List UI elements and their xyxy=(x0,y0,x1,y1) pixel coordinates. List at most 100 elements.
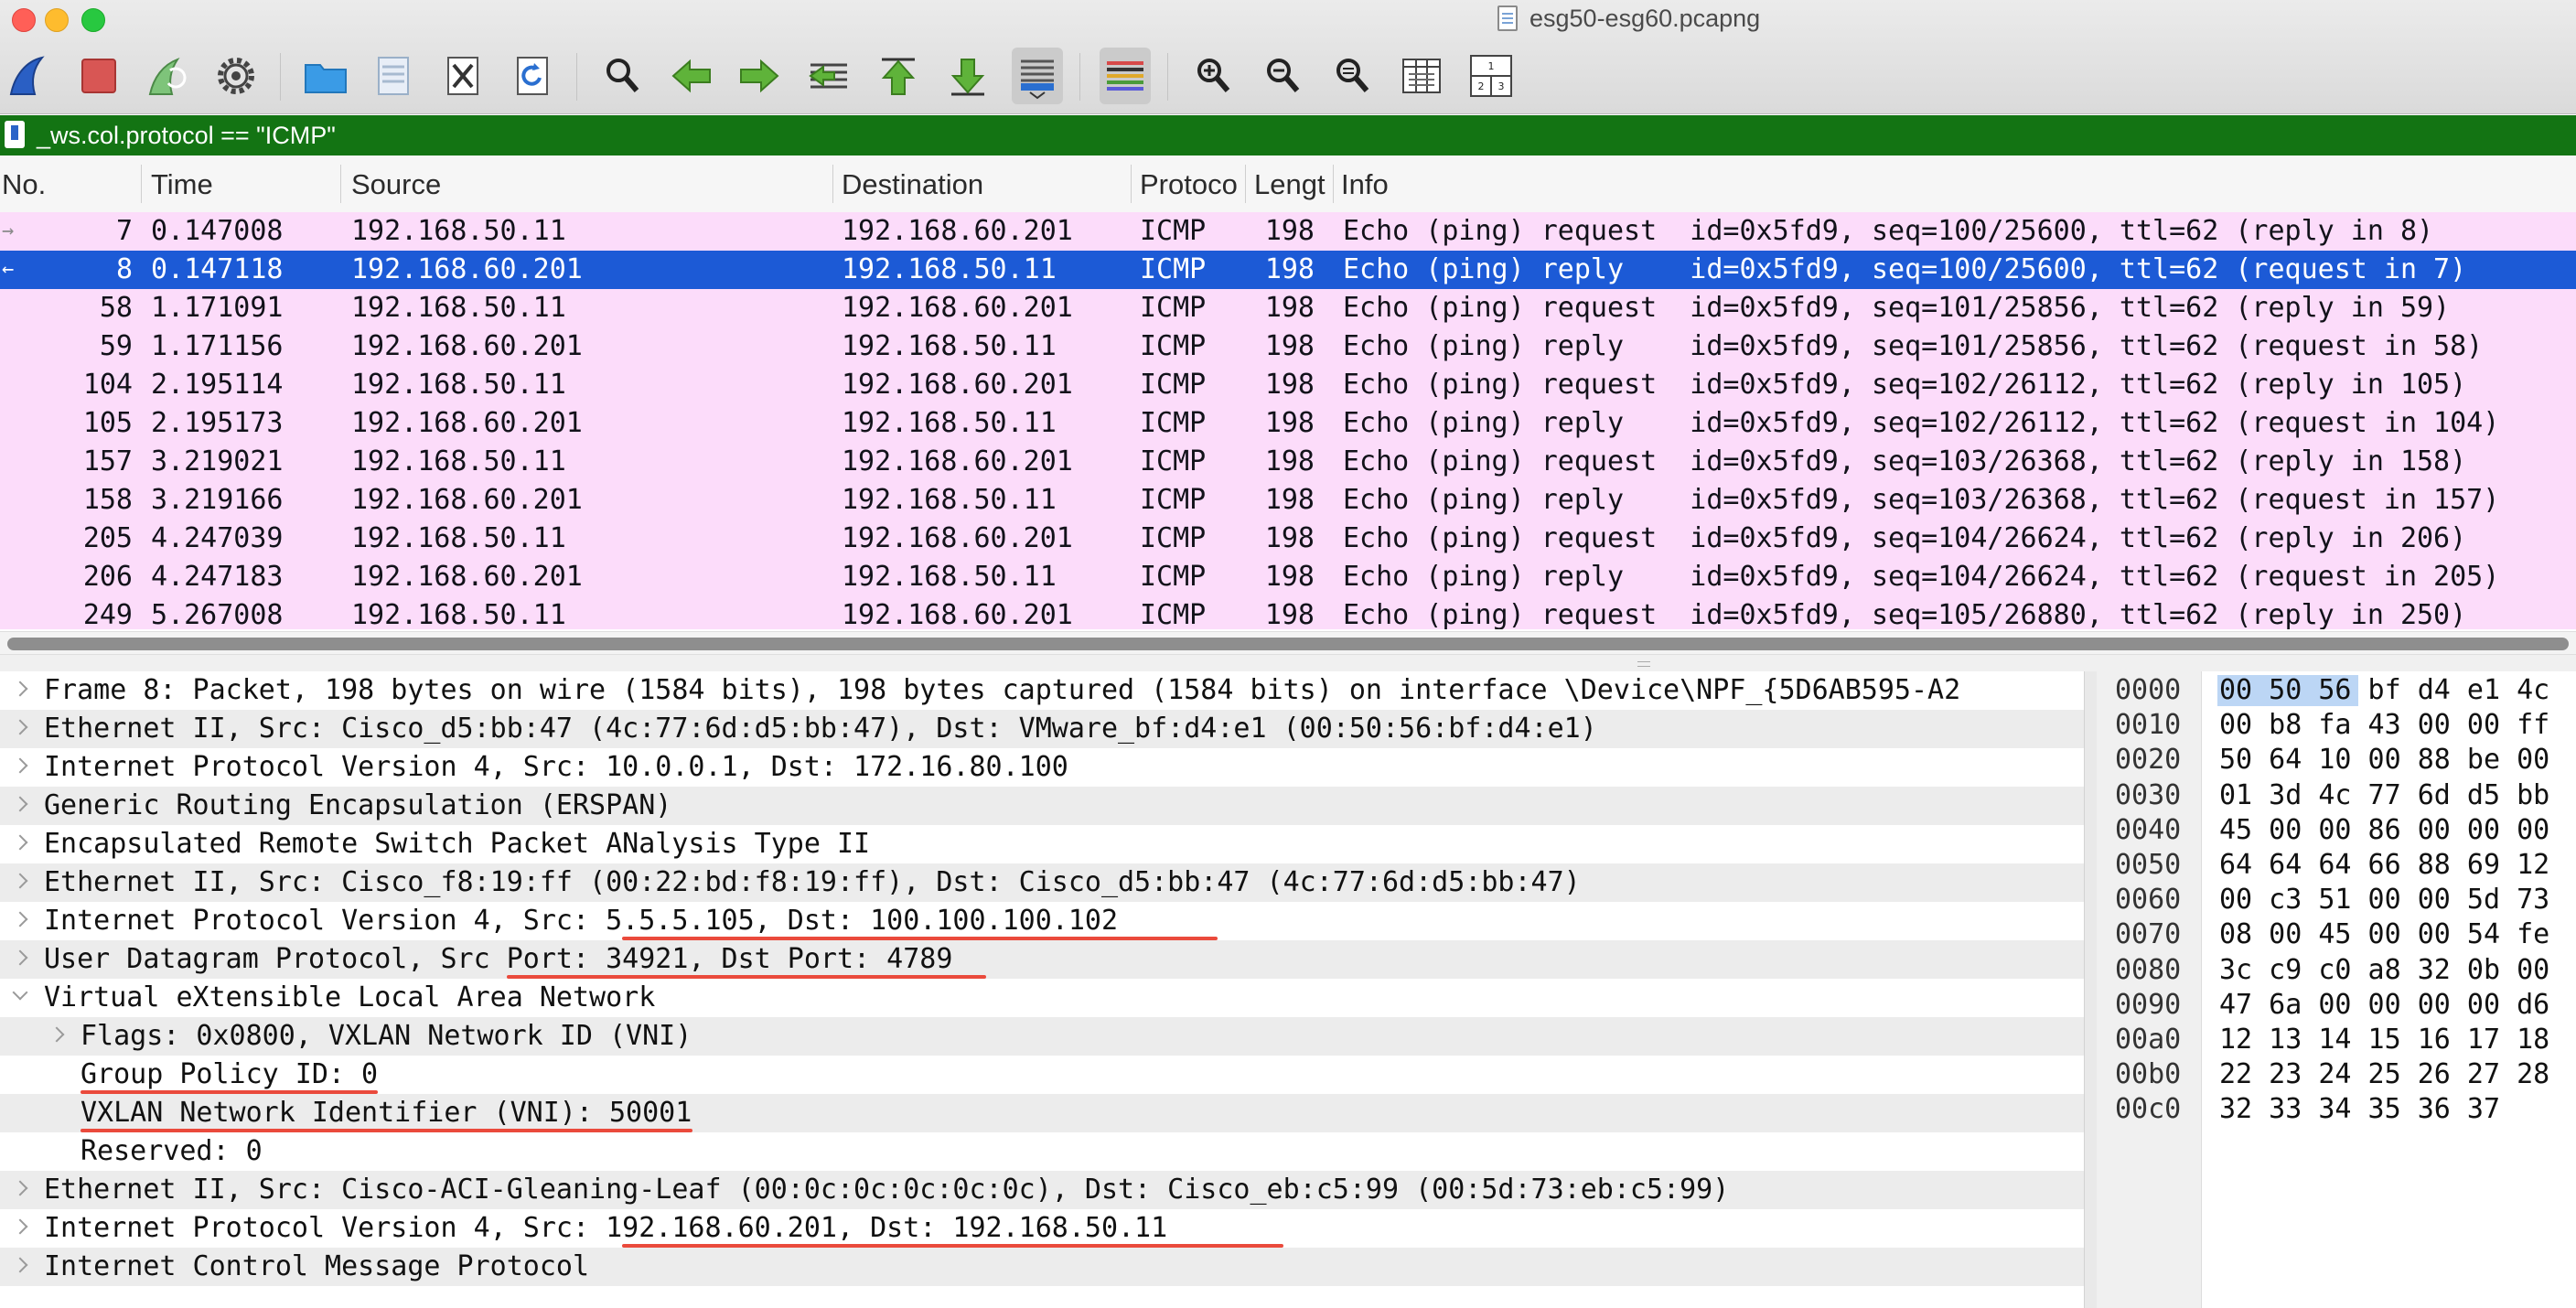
chevron-right-icon[interactable] xyxy=(12,1218,28,1235)
packet-row[interactable]: 157 3.219021 192.168.50.11 192.168.60.201 IC… xyxy=(0,443,2576,481)
packet-protocol: ICMP xyxy=(1140,484,1207,516)
open-file-button[interactable] xyxy=(300,48,351,104)
stop-capture-button[interactable] xyxy=(73,48,124,104)
zoom-out-button[interactable] xyxy=(1257,48,1308,104)
detail-tree-row[interactable]: VXLAN Network Identifier (VNI): 50001 xyxy=(0,1094,2084,1132)
column-header-no[interactable]: No. xyxy=(2,155,46,212)
go-to-first-packet-button[interactable] xyxy=(873,48,924,104)
colorize-list-button[interactable] xyxy=(1100,48,1151,104)
packet-row-selected[interactable]: ← 8 0.147118 192.168.60.201 192.168.50.11 ICM… xyxy=(0,251,2576,289)
chevron-right-icon[interactable] xyxy=(12,949,28,966)
auto-scroll-button[interactable] xyxy=(1012,48,1063,104)
display-filter-input[interactable]: _ws.col.protocol == "ICMP" xyxy=(37,115,336,155)
packet-row[interactable]: 59 1.171156 192.168.60.201 192.168.50.11 ICM… xyxy=(0,327,2576,366)
detail-tree-row[interactable]: Ethernet II, Src: Cisco_d5:bb:47 (4c:77:… xyxy=(0,710,2084,748)
packet-row[interactable]: 158 3.219166 192.168.60.201 192.168.50.11 IC… xyxy=(0,481,2576,520)
detail-tree-label: Flags: 0x0800, VXLAN Network ID (VNI) xyxy=(80,1020,692,1052)
packet-source: 192.168.60.201 xyxy=(351,407,583,439)
detail-tree-row[interactable]: Internet Control Message Protocol xyxy=(0,1248,2084,1286)
chevron-right-icon[interactable] xyxy=(12,757,28,774)
window-minimize-button[interactable] xyxy=(45,8,69,32)
reload-file-button[interactable] xyxy=(507,48,558,104)
packet-row[interactable]: 249 5.267008 192.168.50.11 192.168.60.201 IC… xyxy=(0,596,2576,629)
save-file-button[interactable] xyxy=(368,48,419,104)
display-filter-bar[interactable]: _ws.col.protocol == "ICMP" xyxy=(0,115,2576,155)
restart-capture-button[interactable] xyxy=(141,48,192,104)
byte-hex-row[interactable]: 12 13 14 15 16 17 18 xyxy=(2219,1023,2549,1057)
byte-hex-row[interactable]: 22 23 24 25 26 27 28 xyxy=(2219,1057,2549,1092)
byte-hex-row[interactable]: 32 33 34 35 36 37 xyxy=(2219,1092,2500,1127)
chevron-right-icon[interactable] xyxy=(12,796,28,812)
first-packet-icon xyxy=(881,58,916,95)
chevron-right-icon[interactable] xyxy=(12,1180,28,1196)
detail-tree-row[interactable]: Virtual eXtensible Local Area Network xyxy=(0,979,2084,1017)
chevron-right-icon[interactable] xyxy=(12,719,28,735)
detail-tree-row[interactable]: Internet Protocol Version 4, Src: 192.16… xyxy=(0,1209,2084,1248)
go-to-packet-button[interactable] xyxy=(803,48,854,104)
window-close-button[interactable] xyxy=(12,8,36,32)
packet-row[interactable]: → 7 0.147008 192.168.50.11 192.168.60.201 ICM… xyxy=(0,212,2576,251)
column-header-time[interactable]: Time xyxy=(151,155,213,212)
normal-size-button[interactable] xyxy=(1326,48,1378,104)
chevron-right-icon[interactable] xyxy=(48,1026,65,1043)
detail-tree-row[interactable]: Internet Protocol Version 4, Src: 5.5.5.… xyxy=(0,902,2084,940)
chevron-down-icon[interactable] xyxy=(12,984,28,1001)
column-header-destination[interactable]: Destination xyxy=(842,155,983,212)
byte-hex-row[interactable]: 00 b8 fa 43 00 00 ff xyxy=(2219,708,2549,743)
packet-row[interactable]: 104 2.195114 192.168.50.11 192.168.60.201 IC… xyxy=(0,366,2576,404)
byte-hex-row[interactable]: 47 6a 00 00 00 00 d6 xyxy=(2219,988,2549,1023)
byte-hex-row[interactable]: 00 c3 51 00 00 5d 73 xyxy=(2219,883,2549,917)
go-to-last-packet-button[interactable] xyxy=(942,48,993,104)
layout-panes-icon: 1 2 3 xyxy=(1470,55,1512,97)
packet-destination: 192.168.50.11 xyxy=(842,561,1057,593)
packet-list-horizontal-scrollbar[interactable] xyxy=(0,631,2576,655)
packet-row[interactable]: 58 1.171091 192.168.50.11 192.168.60.201 ICM… xyxy=(0,289,2576,327)
pane-splitter-handle[interactable] xyxy=(0,655,2576,672)
byte-hex-row[interactable]: 3c c9 c0 a8 32 0b 00 xyxy=(2219,953,2549,988)
detail-tree-row[interactable]: Ethernet II, Src: Cisco_f8:19:ff (00:22:… xyxy=(0,863,2084,902)
byte-hex-row[interactable]: 64 64 64 66 88 69 12 xyxy=(2219,848,2549,883)
column-header-source[interactable]: Source xyxy=(351,155,441,212)
packet-number: 249 xyxy=(82,599,133,629)
byte-hex-row[interactable]: 50 64 10 00 88 be 00 xyxy=(2219,743,2549,777)
byte-hex-row[interactable]: 45 00 00 86 00 00 00 xyxy=(2219,813,2549,848)
byte-hex-row[interactable]: 08 00 45 00 00 54 fe xyxy=(2219,917,2549,952)
detail-tree-row[interactable]: Group Policy ID: 0 xyxy=(0,1056,2084,1094)
column-header-protocol[interactable]: Protoco xyxy=(1140,155,1239,212)
chevron-right-icon[interactable] xyxy=(12,873,28,889)
detail-tree-row[interactable]: Frame 8: Packet, 198 bytes on wire (1584… xyxy=(0,671,2084,710)
column-header-length[interactable]: Lengt xyxy=(1254,155,1331,212)
chevron-right-icon[interactable] xyxy=(12,681,28,697)
byte-hex-row[interactable]: 00 50 56 bf d4 e1 4c xyxy=(2219,673,2549,708)
close-file-button[interactable] xyxy=(437,48,488,104)
detail-tree-row[interactable]: Encapsulated Remote Switch Packet ANalys… xyxy=(0,825,2084,863)
go-back-button[interactable] xyxy=(666,48,717,104)
resize-columns-button[interactable] xyxy=(1396,48,1447,104)
scrollbar-thumb[interactable] xyxy=(7,638,2569,650)
detail-tree-row[interactable]: Reserved: 0 xyxy=(0,1132,2084,1171)
capture-options-button[interactable] xyxy=(210,48,262,104)
column-header-info[interactable]: Info xyxy=(1341,155,1389,212)
chevron-right-icon[interactable] xyxy=(12,911,28,927)
start-capture-button[interactable] xyxy=(4,48,55,104)
zoom-in-button[interactable] xyxy=(1187,48,1239,104)
packet-row[interactable]: 206 4.247183 192.168.60.201 192.168.50.11 IC… xyxy=(0,558,2576,596)
detail-tree-row[interactable]: Ethernet II, Src: Cisco-ACI-Gleaning-Lea… xyxy=(0,1171,2084,1209)
chevron-right-icon[interactable] xyxy=(12,1257,28,1273)
byte-offset: 0010 xyxy=(2115,709,2182,742)
go-forward-button[interactable] xyxy=(734,48,785,104)
chevron-right-icon[interactable] xyxy=(12,834,28,851)
detail-tree-row[interactable]: Flags: 0x0800, VXLAN Network ID (VNI) xyxy=(0,1017,2084,1056)
packet-source: 192.168.60.201 xyxy=(351,484,583,516)
detail-tree-label: Internet Control Message Protocol xyxy=(44,1250,590,1282)
find-packet-button[interactable] xyxy=(596,48,648,104)
packet-row[interactable]: 205 4.247039 192.168.50.11 192.168.60.201 IC… xyxy=(0,520,2576,558)
layout-panes-button[interactable]: 1 2 3 xyxy=(1465,48,1517,104)
detail-tree-row[interactable]: Generic Routing Encapsulation (ERSPAN) xyxy=(0,787,2084,825)
byte-hex-row[interactable]: 01 3d 4c 77 6d d5 bb xyxy=(2219,778,2549,813)
window-zoom-button[interactable] xyxy=(81,8,105,32)
filter-bookmark-icon[interactable] xyxy=(5,121,25,148)
detail-tree-row[interactable]: Internet Protocol Version 4, Src: 10.0.0… xyxy=(0,748,2084,787)
packet-row[interactable]: 105 2.195173 192.168.60.201 192.168.50.11 IC… xyxy=(0,404,2576,443)
detail-tree-row[interactable]: User Datagram Protocol, Src Port: 34921,… xyxy=(0,940,2084,979)
